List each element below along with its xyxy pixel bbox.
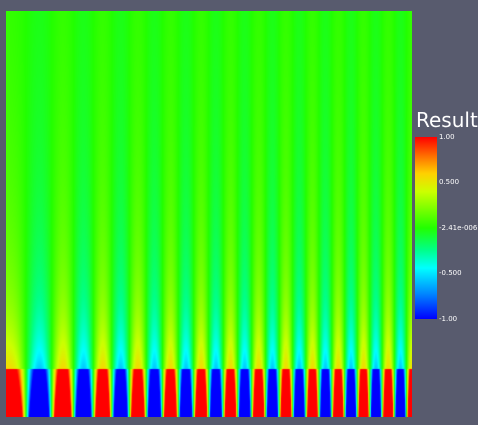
legend-tick-neg-half: -0.500 [439, 269, 462, 277]
render-viewport[interactable] [6, 11, 412, 417]
result-field-plot[interactable] [6, 11, 412, 417]
legend-tick-zero: -2.41e-006 [439, 224, 478, 232]
legend-tick-half: 0.500 [439, 178, 460, 186]
legend-title: Result [416, 108, 478, 132]
legend-tick-max: 1.00 [439, 133, 455, 141]
color-scale-bar [415, 137, 437, 319]
legend-tick-min: -1.00 [439, 315, 458, 323]
